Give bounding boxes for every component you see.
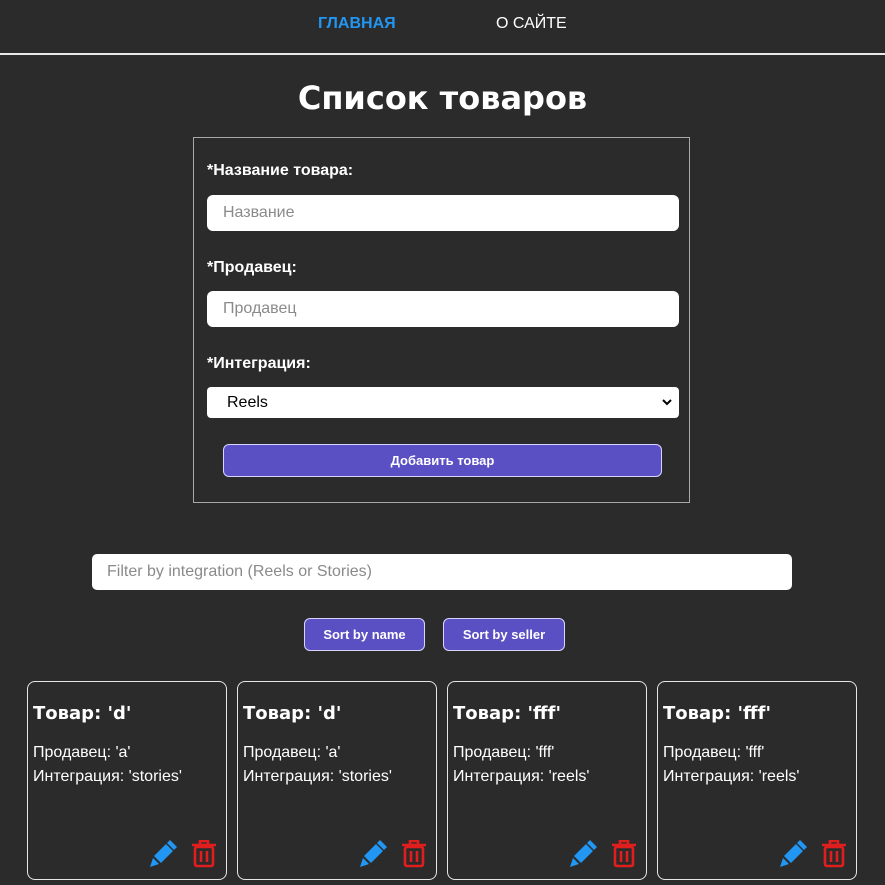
product-card-integration: Интеграция: 'stories' xyxy=(243,768,392,785)
sort-by-name-button[interactable]: Sort by name xyxy=(304,618,425,651)
integration-selected-value: Reels xyxy=(227,394,268,411)
chevron-down-icon xyxy=(661,387,673,429)
product-card: Товар: 'd' Продавец: 'a' Интеграция: 'st… xyxy=(237,681,437,880)
sort-by-seller-button[interactable]: Sort by seller xyxy=(443,618,565,651)
product-card-integration: Интеграция: 'reels' xyxy=(453,768,590,785)
trash-icon[interactable] xyxy=(612,840,636,868)
nav-home-link[interactable]: ГЛАВНАЯ xyxy=(318,15,396,33)
trash-icon[interactable] xyxy=(402,840,426,868)
product-card: Товар: 'fff' Продавец: 'fff' Интеграция:… xyxy=(447,681,647,880)
product-card-title: Товар: 'd' xyxy=(243,703,342,724)
nav-about-link[interactable]: О САЙТЕ xyxy=(496,15,567,33)
product-card-title: Товар: 'fff' xyxy=(663,703,771,724)
seller-input[interactable] xyxy=(207,291,679,327)
pen-icon[interactable] xyxy=(359,840,387,868)
product-card: Товар: 'd' Продавец: 'a' Интеграция: 'st… xyxy=(27,681,227,880)
product-card-title: Товар: 'fff' xyxy=(453,703,561,724)
product-card-seller: Продавец: 'a' xyxy=(33,744,131,761)
add-product-form: *Название товара: *Продавец: *Интеграция… xyxy=(193,137,690,503)
pen-icon[interactable] xyxy=(779,840,807,868)
product-card-integration: Интеграция: 'reels' xyxy=(663,768,800,785)
product-name-input[interactable] xyxy=(207,195,679,231)
trash-icon[interactable] xyxy=(822,840,846,868)
product-name-label: *Название товара: xyxy=(207,162,354,179)
integration-filter-input[interactable] xyxy=(92,554,792,590)
seller-label: *Продавец: xyxy=(207,259,297,276)
integration-label: *Интеграция: xyxy=(207,355,311,372)
product-card-seller: Продавец: 'fff' xyxy=(453,744,555,761)
pen-icon[interactable] xyxy=(149,840,177,868)
integration-select[interactable]: Reels xyxy=(207,387,679,418)
trash-icon[interactable] xyxy=(192,840,216,868)
product-card: Товар: 'fff' Продавец: 'fff' Интеграция:… xyxy=(657,681,857,880)
page-title: Список товаров xyxy=(297,79,588,117)
product-card-integration: Интеграция: 'stories' xyxy=(33,768,182,785)
product-card-seller: Продавец: 'fff' xyxy=(663,744,765,761)
product-card-seller: Продавец: 'a' xyxy=(243,744,341,761)
pen-icon[interactable] xyxy=(569,840,597,868)
add-product-button[interactable]: Добавить товар xyxy=(223,444,662,477)
product-card-title: Товар: 'd' xyxy=(33,703,132,724)
top-nav: ГЛАВНАЯ О САЙТЕ xyxy=(0,0,885,55)
